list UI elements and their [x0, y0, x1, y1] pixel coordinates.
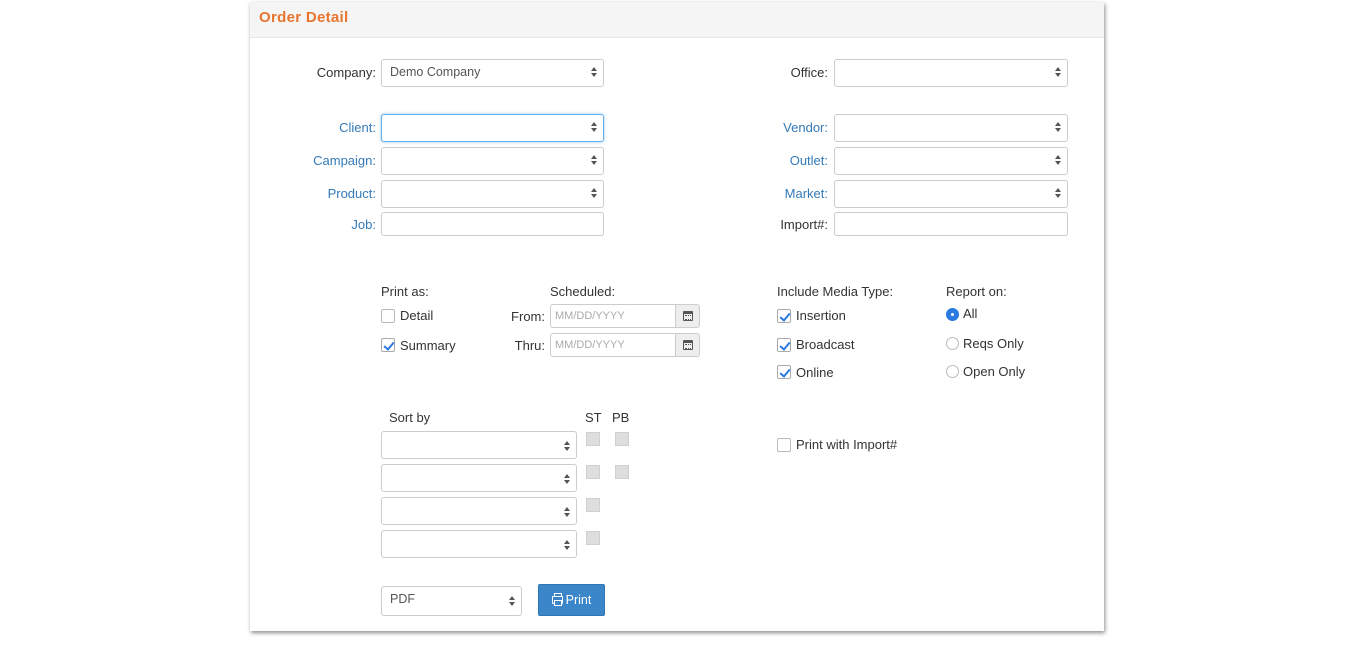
sort-by-select-3[interactable] [381, 497, 577, 525]
vendor-select[interactable] [834, 114, 1068, 142]
chevron-updown-icon [564, 473, 570, 485]
print-as-label: Print as: [381, 284, 429, 299]
output-format-select[interactable]: PDF [381, 586, 522, 616]
sort-by-label: Sort by [389, 410, 431, 425]
thru-calendar-button[interactable] [676, 333, 700, 357]
chevron-updown-icon [1055, 121, 1061, 133]
company-label: Company: [316, 65, 376, 80]
report-all-label: All [963, 306, 978, 321]
chevron-updown-icon [564, 506, 570, 518]
import-label: Import#: [780, 217, 828, 232]
pb-label: PB [612, 410, 630, 425]
thru-label: Thru: [514, 338, 545, 353]
broadcast-label: Broadcast [796, 337, 855, 352]
summary-label: Summary [400, 338, 456, 353]
job-label[interactable]: Job: [290, 217, 376, 233]
product-label[interactable]: Product: [290, 186, 376, 202]
chevron-updown-icon [1055, 66, 1061, 78]
vendor-label[interactable]: Vendor: [730, 120, 828, 136]
market-label[interactable]: Market: [730, 186, 828, 202]
calendar-icon [683, 311, 693, 321]
chevron-updown-icon [591, 154, 597, 166]
client-label[interactable]: Client: [290, 120, 376, 136]
from-label: From: [511, 309, 545, 324]
sort-by-select-4[interactable] [381, 530, 577, 558]
media-type-label: Include Media Type: [777, 284, 894, 299]
output-format-value: PDF [390, 592, 415, 606]
report-reqs-only-label: Reqs Only [963, 336, 1024, 351]
chevron-updown-icon [564, 440, 570, 452]
sort-pb-checkbox-2[interactable] [615, 465, 629, 479]
company-value: Demo Company [390, 65, 481, 79]
summary-checkbox[interactable] [381, 338, 395, 352]
chevron-updown-icon [591, 121, 597, 133]
sort-st-checkbox-4[interactable] [586, 531, 600, 545]
import-input[interactable] [834, 212, 1068, 236]
sort-by-select-1[interactable] [381, 431, 577, 459]
insertion-checkbox[interactable] [777, 309, 791, 323]
report-all-radio[interactable] [946, 308, 959, 321]
product-select[interactable] [381, 180, 604, 208]
report-reqs-only-radio[interactable] [946, 337, 959, 350]
page-title: Order Detail [259, 9, 349, 26]
order-detail-panel: Order Detail Company: Demo Company Offic… [250, 2, 1104, 631]
chevron-updown-icon [564, 539, 570, 551]
chevron-updown-icon [1055, 154, 1061, 166]
sort-st-checkbox-1[interactable] [586, 432, 600, 446]
chevron-updown-icon [591, 187, 597, 199]
sort-st-checkbox-3[interactable] [586, 498, 600, 512]
thru-date-input[interactable]: MM/DD/YYYY [550, 333, 676, 357]
print-button-label: Print [565, 593, 592, 607]
online-checkbox[interactable] [777, 365, 791, 379]
report-on-label: Report on: [946, 284, 1007, 299]
outlet-label[interactable]: Outlet: [730, 153, 828, 169]
online-label: Online [796, 365, 834, 380]
campaign-select[interactable] [381, 147, 604, 175]
insertion-label: Insertion [796, 308, 846, 323]
chevron-updown-icon [591, 66, 597, 78]
sort-by-select-2[interactable] [381, 464, 577, 492]
report-open-only-radio[interactable] [946, 365, 959, 378]
job-input[interactable] [381, 212, 604, 236]
chevron-updown-icon [1055, 187, 1061, 199]
print-with-import-label: Print with Import# [796, 437, 898, 452]
market-select[interactable] [834, 180, 1068, 208]
outlet-select[interactable] [834, 147, 1068, 175]
sort-st-checkbox-2[interactable] [586, 465, 600, 479]
campaign-label[interactable]: Campaign: [290, 153, 376, 169]
office-label: Office: [790, 65, 828, 80]
st-label: ST [585, 410, 602, 425]
calendar-icon [683, 340, 693, 350]
client-select[interactable] [381, 114, 604, 142]
printer-icon [551, 592, 563, 606]
scheduled-label: Scheduled: [550, 284, 616, 299]
chevron-updown-icon [509, 595, 515, 607]
broadcast-checkbox[interactable] [777, 338, 791, 352]
print-button[interactable]: Print [538, 584, 605, 616]
office-select[interactable] [834, 59, 1068, 87]
report-open-only-label: Open Only [963, 364, 1026, 379]
company-select[interactable]: Demo Company [381, 59, 604, 87]
detail-checkbox[interactable] [381, 309, 395, 323]
panel-header: Order Detail [250, 2, 1104, 38]
from-date-input[interactable]: MM/DD/YYYY [550, 304, 676, 328]
detail-label: Detail [400, 308, 434, 323]
from-calendar-button[interactable] [676, 304, 700, 328]
sort-pb-checkbox-1[interactable] [615, 432, 629, 446]
print-with-import-checkbox[interactable] [777, 438, 791, 452]
